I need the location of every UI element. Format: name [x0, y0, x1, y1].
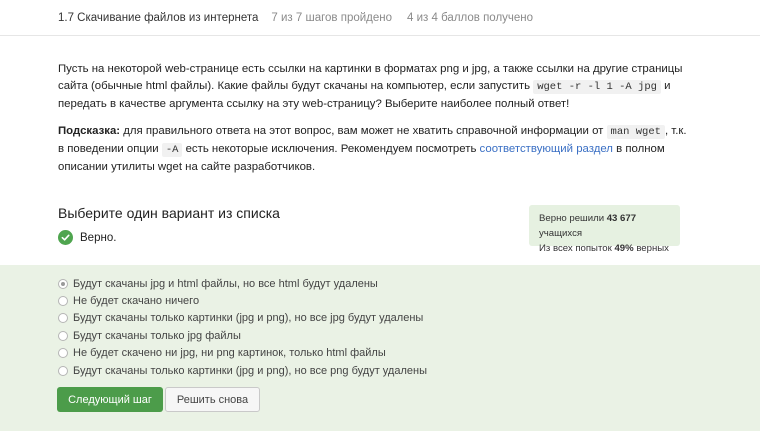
docs-link[interactable]: соответствующий раздел: [480, 143, 613, 155]
code-snippet: -A: [161, 143, 183, 157]
retry-button[interactable]: Решить снова: [165, 387, 260, 412]
check-circle-icon: [58, 230, 73, 245]
options-list: Будут скачаны jpg и html файлы, но все h…: [58, 275, 427, 379]
radio-button[interactable]: [58, 365, 68, 376]
result-status: Верно.: [58, 230, 116, 245]
next-step-button[interactable]: Следующий шаг: [57, 387, 163, 412]
answers-panel: Будут скачаны jpg и html файлы, но все h…: [0, 265, 760, 431]
lesson-title[interactable]: 1.7 Скачивание файлов из интернета: [58, 12, 258, 24]
choose-title: Выберите один вариант из списка: [58, 205, 280, 221]
stats-attempts: Из всех попыток 49% верных: [539, 243, 669, 254]
option-item[interactable]: Не будет скачано ничего: [58, 292, 427, 309]
hint-paragraph: Подсказка: для правильного ответа на это…: [58, 125, 687, 173]
radio-button[interactable]: [58, 330, 68, 341]
option-label: Не будет скачено ни jpg, ни png картинок…: [73, 347, 386, 360]
hint-label: Подсказка:: [58, 125, 121, 137]
radio-button[interactable]: [58, 313, 68, 324]
result-text: Верно.: [80, 231, 117, 244]
option-item[interactable]: Не будет скачено ни jpg, ни png картинок…: [58, 345, 427, 362]
step-header: 1.7 Скачивание файлов из интернета 7 из …: [0, 0, 760, 36]
radio-button[interactable]: [58, 348, 68, 359]
option-label: Не будет скачано ничего: [73, 295, 200, 308]
option-item[interactable]: Будут скачаны jpg и html файлы, но все h…: [58, 275, 427, 292]
stats-solved: Верно решили 43 677 учащихся: [539, 213, 637, 239]
option-item[interactable]: Будут скачаны только jpg файлы: [58, 327, 427, 344]
question-text: Пусть на некоторой web-странице есть ссы…: [58, 61, 688, 186]
option-item[interactable]: Будут скачаны только картинки (jpg и png…: [58, 362, 427, 379]
option-label: Будут скачаны только картинки (jpg и png…: [73, 364, 427, 377]
question-paragraph: Пусть на некоторой web-странице есть ссы…: [58, 63, 683, 110]
stats-box: Верно решили 43 677 учащихся Из всех поп…: [529, 205, 680, 254]
radio-button[interactable]: [58, 296, 68, 307]
option-label: Будут скачаны только jpg файлы: [73, 329, 241, 342]
radio-button[interactable]: [58, 278, 68, 289]
option-label: Будут скачаны только картинки (jpg и png…: [73, 312, 424, 325]
steps-progress: 7 из 7 шагов пройдено: [271, 11, 393, 24]
option-item[interactable]: Будут скачаны только картинки (jpg и png…: [58, 310, 427, 327]
code-snippet: wget -r -l 1 -A jpg: [533, 80, 661, 94]
code-snippet: man wget: [606, 125, 665, 139]
score-progress: 4 из 4 баллов получено: [407, 11, 534, 24]
option-label: Будут скачаны jpg и html файлы, но все h…: [73, 277, 378, 290]
